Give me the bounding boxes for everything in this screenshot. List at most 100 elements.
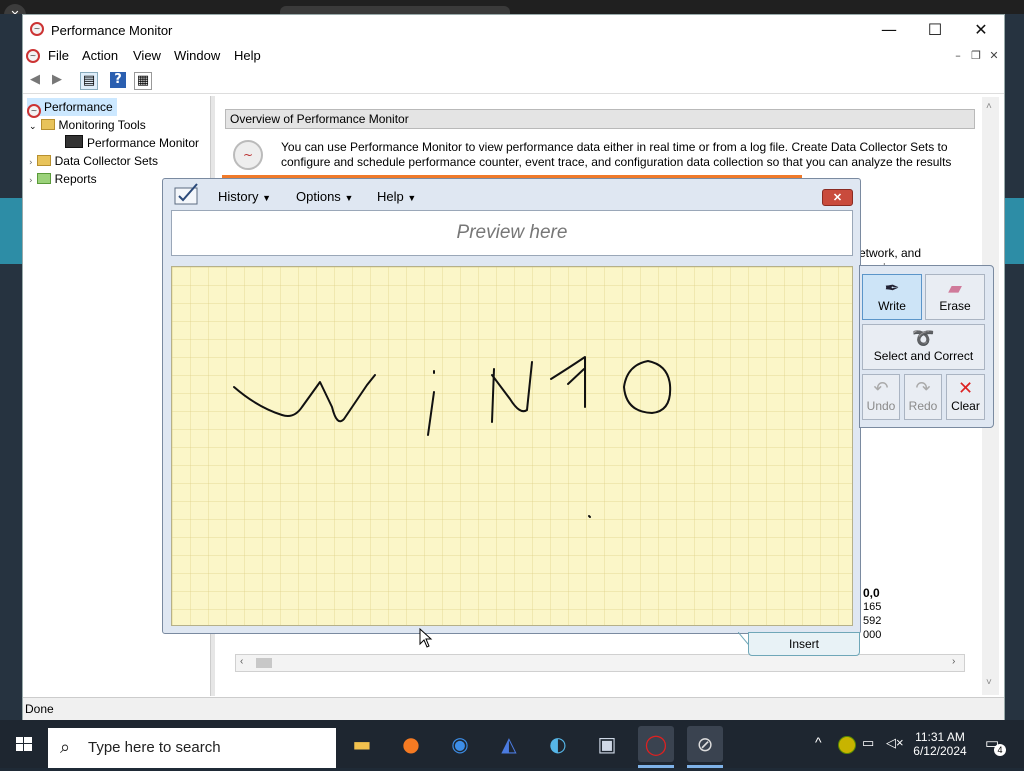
mdi-minimize-button[interactable]: – bbox=[949, 48, 967, 64]
chevron-right-icon[interactable]: › bbox=[29, 176, 33, 186]
show-hide-action-pane-icon[interactable]: ▦ bbox=[134, 72, 152, 90]
overview-header: Overview of Performance Monitor bbox=[225, 109, 975, 129]
clock[interactable]: 11:31 AM 6/12/2024 bbox=[910, 730, 970, 758]
desktop-background bbox=[0, 14, 22, 720]
legend-value: 592 bbox=[863, 615, 882, 627]
undo-button[interactable]: ↶ Undo bbox=[862, 374, 900, 420]
insert-button[interactable]: Insert bbox=[748, 632, 860, 656]
menu-help[interactable]: Help bbox=[234, 48, 261, 63]
tip-close-button[interactable]: ✕ bbox=[822, 189, 853, 206]
button-label: Redo bbox=[908, 399, 938, 413]
chart-icon bbox=[65, 135, 83, 148]
pen-icon: ✒ bbox=[884, 278, 900, 299]
perfmon-overview-icon: ~ bbox=[233, 140, 263, 170]
maximize-button[interactable]: ☐ bbox=[912, 15, 958, 45]
clock-time: 11:31 AM bbox=[915, 730, 965, 744]
tip-menu-history[interactable]: History ▼ bbox=[218, 189, 271, 204]
overview-text: You can use Performance Monitor to view … bbox=[281, 140, 952, 169]
network-status-icon[interactable] bbox=[838, 736, 856, 754]
close-button[interactable]: ✕ bbox=[958, 15, 1004, 45]
button-label: Erase bbox=[939, 299, 971, 313]
scroll-left-icon[interactable]: ‹ bbox=[240, 656, 243, 667]
folder-icon bbox=[40, 119, 55, 130]
write-button[interactable]: ✒ Write bbox=[862, 274, 922, 320]
erase-button[interactable]: ▰ Erase bbox=[925, 274, 985, 320]
menu-bar: ~ File Action View Window Help – ❐ ✕ bbox=[23, 45, 1004, 67]
show-hide-console-tree-icon[interactable]: ▤ bbox=[80, 72, 98, 90]
chevron-down-icon[interactable]: ⌄ bbox=[29, 122, 37, 132]
redo-icon: ↷ bbox=[915, 378, 931, 399]
back-arrow-icon[interactable]: ◀ bbox=[27, 72, 43, 88]
tip-menu-help[interactable]: Help ▼ bbox=[377, 189, 416, 204]
tree-item-reports[interactable]: › Reports bbox=[29, 170, 97, 188]
redo-button[interactable]: ↷ Redo bbox=[904, 374, 942, 420]
scroll-thumb[interactable] bbox=[256, 658, 272, 668]
horizontal-scrollbar[interactable]: ‹ › bbox=[235, 654, 965, 672]
handwriting-ink bbox=[233, 356, 672, 518]
status-text: Done bbox=[25, 702, 54, 716]
help-icon[interactable]: ? bbox=[110, 72, 126, 88]
menu-file[interactable]: File bbox=[48, 48, 69, 63]
chevron-down-icon: ▼ bbox=[407, 193, 417, 203]
clear-x-icon: ✕ bbox=[957, 378, 974, 399]
mdi-restore-button[interactable]: ❐ bbox=[967, 48, 985, 64]
notification-badge: 4 bbox=[994, 744, 1006, 756]
forward-arrow-icon[interactable]: ▶ bbox=[49, 72, 65, 88]
chevron-right-icon[interactable]: › bbox=[29, 158, 33, 168]
edge-icon[interactable]: ◐ bbox=[540, 726, 576, 762]
scroll-down-icon[interactable]: ˅ bbox=[986, 677, 992, 688]
input-panel-logo-icon bbox=[173, 182, 201, 206]
windows-logo-icon bbox=[16, 737, 32, 751]
opera-icon[interactable]: ◯ bbox=[638, 726, 674, 762]
tree-item-performance-monitor[interactable]: Performance Monitor bbox=[65, 134, 199, 152]
menu-window[interactable]: Window bbox=[174, 48, 220, 63]
scroll-up-icon[interactable]: ˄ bbox=[986, 101, 992, 112]
mdi-close-button[interactable]: ✕ bbox=[985, 48, 1003, 64]
select-and-correct-button[interactable]: ➰ Select and Correct bbox=[862, 324, 985, 370]
tree-item-monitoring-tools[interactable]: ⌄ Monitoring Tools bbox=[29, 116, 146, 134]
tree-label: Performance bbox=[44, 100, 113, 114]
perfmon-app-icon: ~ bbox=[30, 22, 44, 36]
title-bar[interactable]: ~ Performance Monitor — ☐ ✕ bbox=[23, 15, 1004, 45]
menu-view[interactable]: View bbox=[133, 48, 161, 63]
legend-value: 000 bbox=[863, 629, 882, 641]
control-panel-icon[interactable]: ▣ bbox=[589, 726, 625, 762]
app-sail-icon[interactable]: ◭ bbox=[491, 726, 527, 762]
math-input-panel: History ▼ Options ▼ Help ▼ ✕ Preview her… bbox=[162, 178, 861, 634]
folder-icon bbox=[36, 173, 51, 184]
chevron-down-icon: ▼ bbox=[344, 193, 354, 203]
chrome-icon[interactable]: ◉ bbox=[442, 726, 478, 762]
show-hidden-icons-chevron[interactable]: ^ bbox=[815, 734, 822, 750]
toolbar: ◀ ▶ ▤ ? ▦ bbox=[23, 67, 1004, 94]
tip-menu-options[interactable]: Options ▼ bbox=[296, 189, 353, 204]
tree-item-data-collector-sets[interactable]: › Data Collector Sets bbox=[29, 152, 158, 170]
eraser-icon: ▰ bbox=[948, 278, 962, 299]
file-explorer-icon[interactable]: ▬ bbox=[344, 726, 380, 762]
writing-pad[interactable] bbox=[171, 266, 853, 626]
taskbar-search-box[interactable]: ⌕ Type here to search bbox=[48, 728, 336, 768]
volume-muted-icon[interactable]: ◁× bbox=[886, 735, 904, 751]
start-button[interactable] bbox=[0, 720, 48, 768]
tree-label: Reports bbox=[54, 172, 97, 186]
perfmon-taskbar-icon[interactable]: ⊘ bbox=[687, 726, 723, 762]
system-menu-icon[interactable]: ~ bbox=[26, 49, 40, 63]
menu-action[interactable]: Action bbox=[82, 48, 118, 63]
clock-date: 6/12/2024 bbox=[913, 744, 967, 758]
tree-item-performance[interactable]: ~ Performance bbox=[27, 98, 117, 118]
network-icon[interactable]: ▭ bbox=[862, 735, 874, 751]
clear-button[interactable]: ✕ Clear bbox=[946, 374, 985, 420]
legend-value: 165 bbox=[863, 601, 882, 613]
window-title: Performance Monitor bbox=[51, 23, 173, 38]
button-label: Undo bbox=[866, 399, 896, 413]
preview-area: Preview here bbox=[171, 210, 853, 256]
lasso-icon: ➰ bbox=[912, 328, 935, 349]
minimize-button[interactable]: — bbox=[866, 15, 912, 45]
chevron-down-icon: ▼ bbox=[262, 193, 271, 203]
firefox-icon[interactable]: ● bbox=[393, 726, 429, 762]
search-icon: ⌕ bbox=[60, 737, 71, 758]
desktop-accent bbox=[0, 198, 22, 264]
status-bar: Done bbox=[23, 697, 1004, 720]
desktop-background bbox=[1005, 14, 1024, 720]
legend-value-header: 0,0 bbox=[863, 586, 880, 600]
scroll-right-icon[interactable]: › bbox=[952, 656, 955, 667]
